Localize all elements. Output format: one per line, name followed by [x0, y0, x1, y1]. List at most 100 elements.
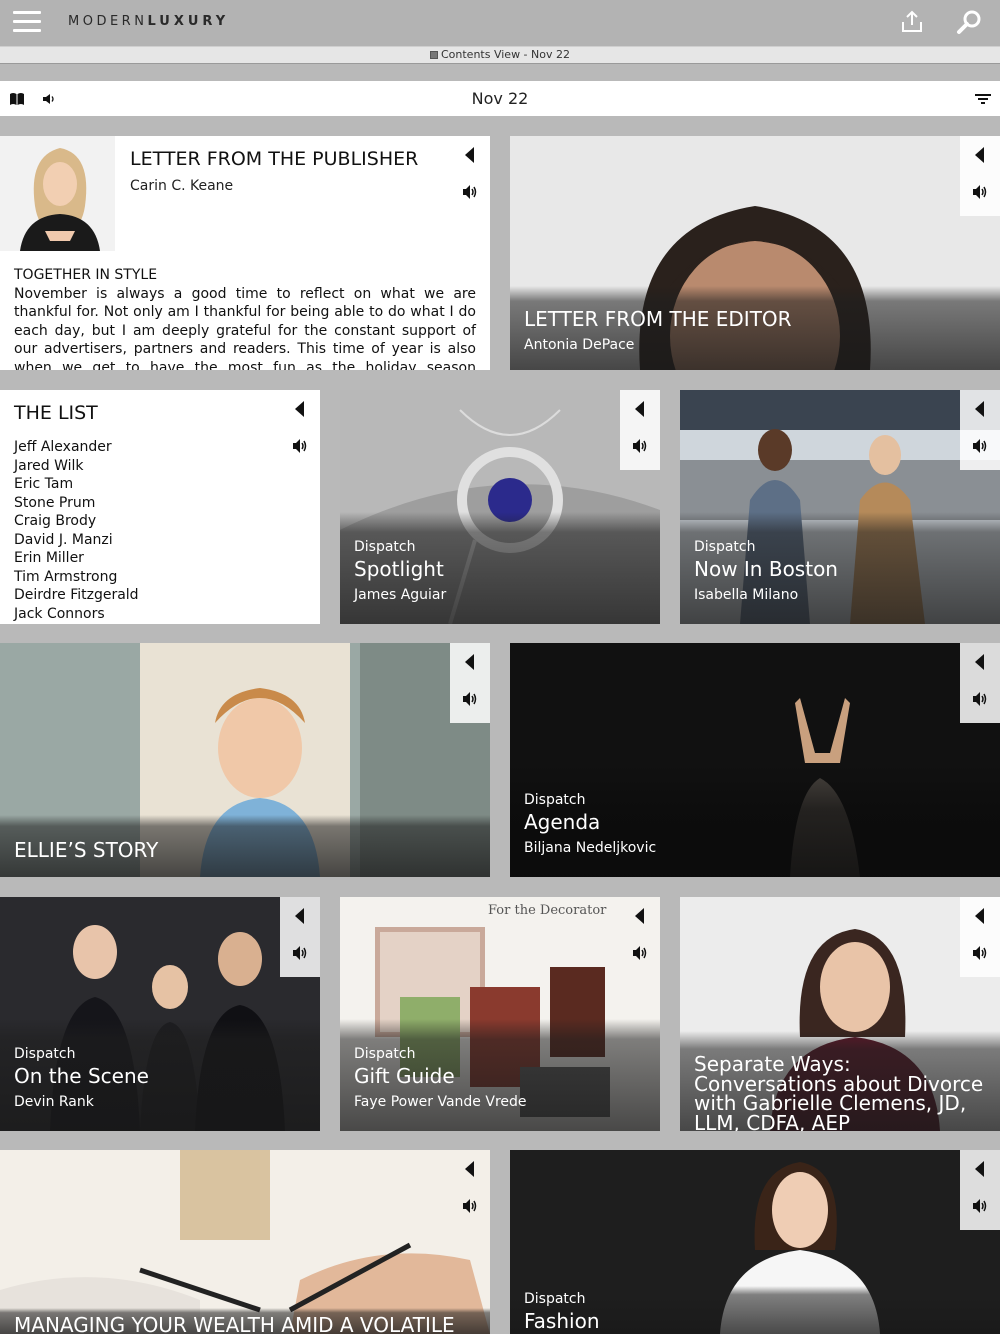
card-caption: Dispatch On the Scene Devin Rank [0, 1019, 320, 1131]
list-names: Jeff Alexander Jared Wilk Eric Tam Stone… [14, 438, 139, 623]
card-author: Antonia DePace [524, 337, 635, 353]
play-icon[interactable] [972, 906, 988, 926]
share-icon[interactable] [898, 8, 926, 36]
card-title: LETTER FROM THE EDITOR [524, 307, 792, 331]
card-kicker: Dispatch [694, 539, 756, 555]
card-caption: ELLIE’S STORY [0, 815, 490, 877]
publisher-portrait [0, 136, 115, 251]
card-title: LETTER FROM THE PUBLISHER [130, 148, 419, 170]
audio-icon[interactable] [972, 183, 988, 201]
card-the-list[interactable]: THE LIST Jeff Alexander Jared Wilk Eric … [0, 390, 320, 624]
card-letter-from-editor[interactable]: LETTER FROM THE EDITOR Antonia DePace [510, 136, 1000, 370]
card-author: Faye Power Vande Vrede [354, 1094, 527, 1110]
card-spotlight[interactable]: Dispatch Spotlight James Aguiar [340, 390, 660, 624]
card-now-in-boston[interactable]: Dispatch Now In Boston Isabella Milano [680, 390, 1000, 624]
contents-view-bar: Contents View - Nov 22 [0, 46, 1000, 64]
card-fashion[interactable]: Dispatch Fashion [510, 1150, 1000, 1334]
card-managing-wealth[interactable]: MANAGING YOUR WEALTH AMID A VOLATILE [0, 1150, 490, 1334]
wealth-photo [0, 1150, 490, 1334]
card-caption: MANAGING YOUR WEALTH AMID A VOLATILE [0, 1308, 490, 1334]
speaker-icon[interactable] [41, 91, 57, 107]
card-controls [280, 897, 320, 977]
audio-icon[interactable] [462, 690, 478, 708]
card-title: MANAGING YOUR WEALTH AMID A VOLATILE [14, 1313, 455, 1334]
card-agenda[interactable]: Dispatch Agenda Biljana Nedeljkovic [510, 643, 1000, 877]
play-icon[interactable] [632, 906, 648, 926]
card-caption: LETTER FROM THE EDITOR Antonia DePace [510, 286, 1000, 370]
filter-icon[interactable] [974, 91, 992, 107]
audio-icon[interactable] [972, 944, 988, 962]
audio-icon[interactable] [462, 1197, 478, 1215]
card-kicker: Dispatch [354, 539, 416, 555]
card-caption: Dispatch Fashion [510, 1286, 1000, 1334]
hamburger-icon[interactable] [13, 11, 41, 33]
audio-icon[interactable] [632, 437, 648, 455]
card-title: THE LIST [14, 402, 98, 424]
play-icon[interactable] [462, 1159, 478, 1179]
card-separate-ways[interactable]: Separate Ways: Conversations about Divor… [680, 897, 1000, 1131]
card-author: Carin C. Keane [130, 178, 234, 194]
list-item: Stone Prum [14, 494, 96, 511]
card-controls [620, 390, 660, 470]
play-icon[interactable] [462, 145, 478, 165]
card-ellies-story[interactable]: ELLIE’S STORY [0, 643, 490, 877]
search-icon[interactable] [955, 8, 983, 36]
play-icon[interactable] [972, 399, 988, 419]
play-icon[interactable] [972, 145, 988, 165]
card-caption: Dispatch Now In Boston Isabella Milano [680, 512, 1000, 624]
card-gift-guide[interactable]: For the Decorator Dispatch Gift Guide Fa… [340, 897, 660, 1131]
card-caption: Separate Ways: Conversations about Divor… [680, 1031, 1000, 1131]
card-controls [450, 136, 490, 216]
card-title: Agenda [524, 810, 601, 834]
audio-icon[interactable] [972, 437, 988, 455]
brand-logo[interactable]: MODERNLUXURY [68, 14, 229, 29]
card-title: Gift Guide [354, 1064, 455, 1088]
list-item: Jared Wilk [14, 457, 84, 474]
photo-caption: For the Decorator [488, 903, 607, 918]
card-author: James Aguiar [354, 587, 447, 603]
excerpt-body: November is always a good time to reflec… [14, 285, 476, 370]
book-icon[interactable] [9, 91, 25, 107]
audio-icon[interactable] [292, 437, 308, 455]
top-app-bar: MODERNLUXURY [0, 0, 1000, 46]
play-icon[interactable] [972, 652, 988, 672]
card-controls [450, 643, 490, 723]
play-icon[interactable] [292, 906, 308, 926]
list-item: Jeff Alexander [14, 439, 112, 455]
list-item: Tim Armstrong [14, 568, 118, 585]
play-icon[interactable] [632, 399, 648, 419]
card-letter-from-publisher[interactable]: LETTER FROM THE PUBLISHER Carin C. Keane… [0, 136, 490, 370]
card-author: Biljana Nedeljkovic [524, 840, 657, 856]
audio-icon[interactable] [972, 1197, 988, 1215]
card-controls [280, 390, 320, 470]
issue-date: Nov 22 [471, 89, 529, 108]
card-author: Isabella Milano [694, 587, 799, 603]
list-item: Craig Brody [14, 513, 97, 529]
card-on-the-scene[interactable]: Dispatch On the Scene Devin Rank [0, 897, 320, 1131]
audio-icon[interactable] [972, 690, 988, 708]
card-controls [960, 136, 1000, 216]
card-title: Now In Boston [694, 557, 838, 581]
card-controls [960, 390, 1000, 470]
play-icon[interactable] [972, 1159, 988, 1179]
play-icon[interactable] [292, 399, 308, 419]
card-title: Separate Ways: Conversations about Divor… [694, 1052, 984, 1131]
card-caption: Dispatch Gift Guide Faye Power Vande Vre… [340, 1019, 660, 1131]
card-controls [620, 897, 660, 977]
list-item: Eric Tam [14, 476, 74, 492]
excerpt-subhead: TOGETHER IN STYLE [14, 267, 158, 283]
audio-icon[interactable] [462, 183, 478, 201]
card-kicker: Dispatch [14, 1046, 76, 1062]
page-icon [429, 51, 438, 59]
card-title: Spotlight [354, 557, 444, 581]
card-kicker: Dispatch [524, 792, 586, 808]
card-controls [450, 1150, 490, 1230]
audio-icon[interactable] [292, 944, 308, 962]
list-item: Erin Miller [14, 550, 84, 566]
audio-icon[interactable] [632, 944, 648, 962]
card-title: Fashion [524, 1309, 600, 1333]
card-controls [960, 643, 1000, 723]
card-caption: Dispatch Spotlight James Aguiar [340, 512, 660, 624]
card-author: Devin Rank [14, 1094, 94, 1110]
play-icon[interactable] [462, 652, 478, 672]
